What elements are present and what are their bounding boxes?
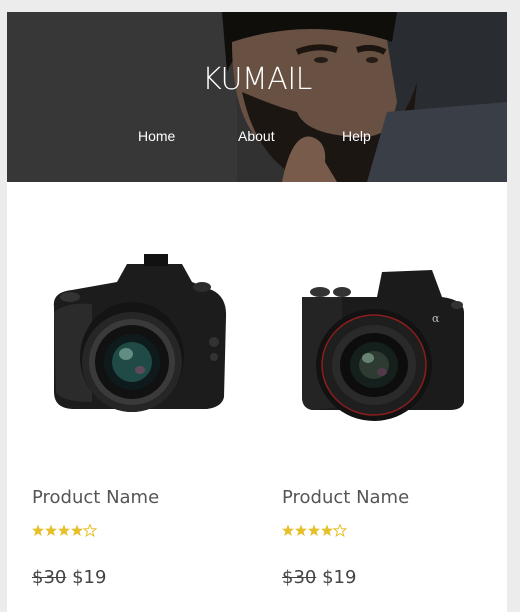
- sale-price: $19: [72, 567, 107, 588]
- star-icon: [308, 524, 320, 536]
- site-brand-title: KUMAIL: [202, 62, 312, 97]
- svg-text:α: α: [432, 312, 440, 325]
- mirrorless-camera-icon[interactable]: α: [282, 212, 492, 442]
- star-icon: [32, 524, 44, 536]
- star-icon: [295, 524, 307, 536]
- star-outline-icon: [332, 524, 348, 538]
- product-price: $30 $19: [32, 567, 106, 588]
- star-rating-icons: [282, 524, 348, 538]
- product-price: $30 $19: [282, 567, 356, 588]
- star-rating: [32, 524, 102, 538]
- page-container: KUMAIL Home About Help Product Name $30 …: [7, 12, 507, 612]
- nav-about-link[interactable]: About: [238, 128, 275, 144]
- nav-home-link[interactable]: Home: [138, 128, 175, 144]
- star-icon: [321, 524, 333, 536]
- sale-price: $19: [322, 567, 357, 588]
- star-rating: [282, 524, 352, 538]
- star-icon: [58, 524, 70, 536]
- star-outline-icon: [82, 524, 98, 538]
- nav-help-link[interactable]: Help: [342, 128, 371, 144]
- star-rating-icons: [32, 524, 98, 538]
- hero-banner: KUMAIL Home About Help: [7, 12, 507, 182]
- original-price: $30: [32, 567, 67, 588]
- product-name[interactable]: Product Name: [282, 487, 409, 508]
- star-icon: [71, 524, 83, 536]
- product-name[interactable]: Product Name: [32, 487, 159, 508]
- dslr-camera-icon[interactable]: [32, 212, 242, 442]
- original-price: $30: [282, 567, 317, 588]
- hero-background-photo: [7, 12, 507, 182]
- star-icon: [282, 524, 294, 536]
- star-icon: [45, 524, 57, 536]
